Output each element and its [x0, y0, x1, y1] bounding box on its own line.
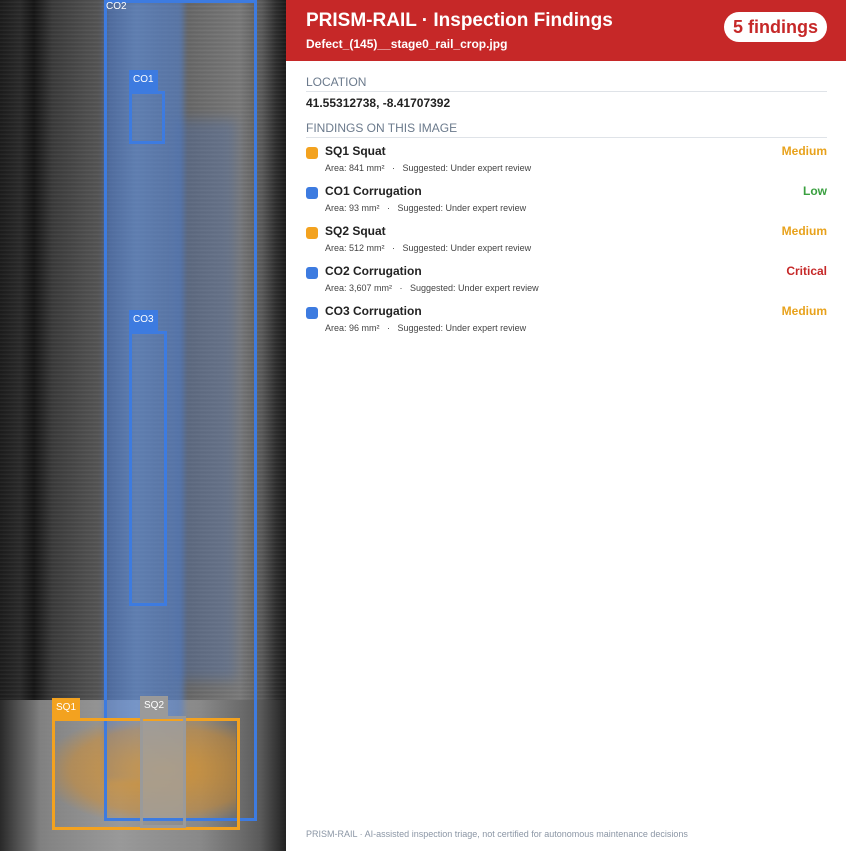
- finding-label: CO1 Corrugation: [325, 184, 422, 198]
- image-filename: Defect_(145)__stage0_rail_crop.jpg: [306, 37, 508, 51]
- severity-badge: Medium: [781, 224, 827, 238]
- rail-image: CO2 CO1 CO3 SQ1 SQ2: [0, 0, 286, 851]
- squat-marker-icon: [306, 147, 318, 159]
- corrugation-marker-icon: [306, 307, 318, 319]
- corrugation-marker-icon: [306, 187, 318, 199]
- bbox-tag-sq2: SQ2: [140, 696, 169, 716]
- finding-meta: Area: 93 mm² · Suggested: Under expert r…: [325, 203, 527, 213]
- bbox-co1[interactable]: [129, 91, 165, 144]
- finding-item-sq1[interactable]: SQ1 Squat Area: 841 mm² · Suggested: Und…: [306, 142, 827, 178]
- bbox-tag-co3: CO3: [129, 310, 158, 331]
- severity-badge: Critical: [786, 264, 827, 278]
- squat-marker-icon: [306, 227, 318, 239]
- findings-count-badge: 5 findings: [724, 12, 827, 42]
- panel-header: PRISM-RAIL · Inspection Findings Defect_…: [286, 0, 846, 61]
- bbox-tag-co1: CO1: [129, 70, 158, 91]
- finding-meta: Area: 512 mm² · Suggested: Under expert …: [325, 243, 532, 253]
- severity-badge: Low: [803, 184, 827, 198]
- bbox-co3[interactable]: [129, 331, 167, 606]
- findings-panel: PRISM-RAIL · Inspection Findings Defect_…: [286, 0, 846, 851]
- location-heading: LOCATION: [306, 75, 827, 92]
- severity-badge: Medium: [781, 304, 827, 318]
- finding-meta: Area: 3,607 mm² · Suggested: Under exper…: [325, 283, 539, 293]
- bbox-co2[interactable]: [104, 0, 257, 821]
- finding-item-co2[interactable]: CO2 Corrugation Area: 3,607 mm² · Sugges…: [306, 262, 827, 298]
- finding-label: CO2 Corrugation: [325, 264, 422, 278]
- finding-item-co1[interactable]: CO1 Corrugation Area: 93 mm² · Suggested…: [306, 182, 827, 218]
- bbox-sq2[interactable]: [140, 716, 186, 828]
- finding-meta: Area: 96 mm² · Suggested: Under expert r…: [325, 323, 527, 333]
- finding-meta: Area: 841 mm² · Suggested: Under expert …: [325, 163, 532, 173]
- bbox-tag-sq1: SQ1: [52, 698, 81, 718]
- disclaimer-footer: PRISM-RAIL · AI-assisted inspection tria…: [306, 829, 688, 839]
- corrugation-marker-icon: [306, 267, 318, 279]
- page-title: PRISM-RAIL · Inspection Findings: [306, 10, 613, 31]
- finding-label: SQ2 Squat: [325, 224, 386, 238]
- bbox-tag-co2: CO2: [106, 1, 127, 12]
- finding-label: SQ1 Squat: [325, 144, 386, 158]
- findings-heading: FINDINGS ON THIS IMAGE: [306, 121, 827, 138]
- finding-item-co3[interactable]: CO3 Corrugation Area: 96 mm² · Suggested…: [306, 302, 827, 338]
- finding-item-sq2[interactable]: SQ2 Squat Area: 512 mm² · Suggested: Und…: [306, 222, 827, 258]
- finding-label: CO3 Corrugation: [325, 304, 422, 318]
- location-coordinates: 41.55312738, -8.41707392: [306, 96, 451, 110]
- severity-badge: Medium: [781, 144, 827, 158]
